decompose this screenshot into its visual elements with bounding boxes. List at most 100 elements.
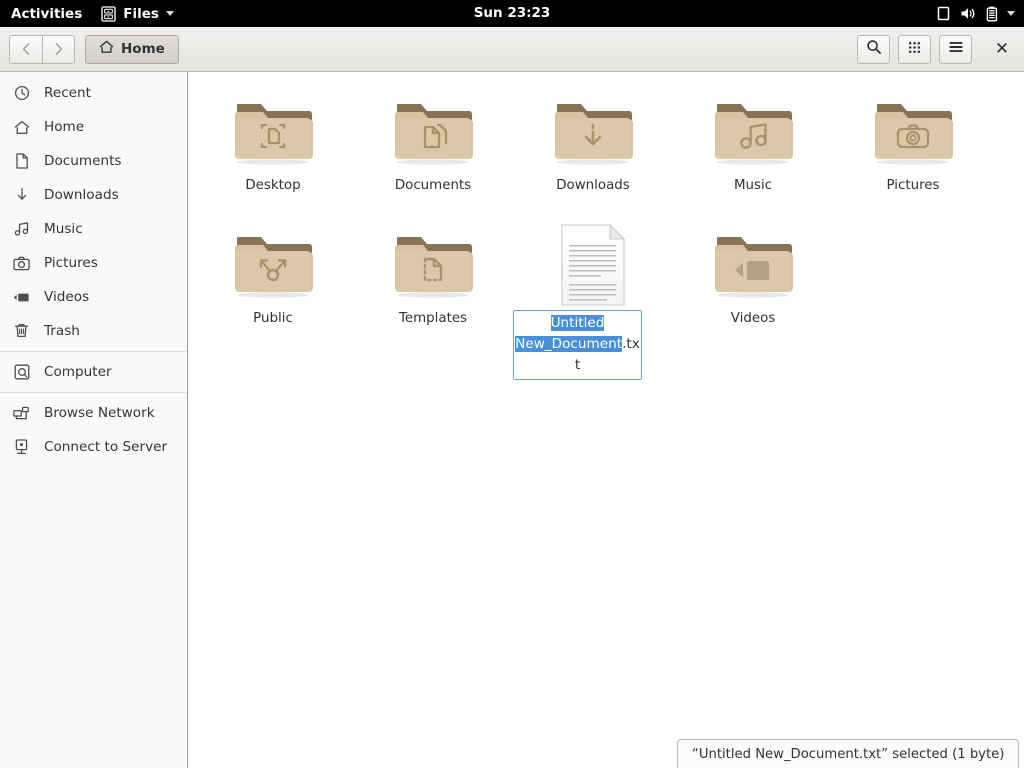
- file-item-label: Pictures: [886, 178, 940, 193]
- sidebar-item-home[interactable]: Home: [0, 110, 187, 144]
- hard-drive-icon: [13, 364, 30, 381]
- volume-icon[interactable]: [960, 6, 977, 21]
- sidebar-item-browse-network[interactable]: Browse Network: [0, 396, 187, 430]
- sidebar-item-label: Computer: [44, 364, 112, 380]
- file-item-label: Music: [733, 178, 773, 193]
- file-view[interactable]: Desktop Documents Downloads Music Pictur…: [189, 72, 1024, 768]
- main-menu-button[interactable]: [939, 34, 972, 64]
- file-item-templates[interactable]: Templates: [353, 217, 513, 346]
- close-icon: ✕: [994, 39, 1010, 59]
- file-item-desktop[interactable]: Desktop: [193, 84, 353, 213]
- server-icon: [13, 439, 30, 456]
- sidebar-item-label: Home: [44, 119, 85, 135]
- sidebar-item-downloads[interactable]: Downloads: [0, 178, 187, 212]
- file-item-label: Documents: [394, 178, 472, 193]
- status-chevron-down-icon[interactable]: [1007, 11, 1015, 16]
- search-button[interactable]: [857, 34, 890, 64]
- status-area[interactable]: [936, 0, 1024, 27]
- rename-line-3: t: [514, 355, 641, 376]
- sidebar-item-trash[interactable]: Trash: [0, 314, 187, 348]
- sidebar-item-pictures[interactable]: Pictures: [0, 246, 187, 280]
- sidebar-item-label: Browse Network: [44, 405, 155, 421]
- downloads-folder-icon: [551, 89, 635, 175]
- sidebar-item-label: Videos: [44, 289, 90, 305]
- view-options-button[interactable]: [898, 34, 931, 64]
- hamburger-menu-icon: [948, 40, 964, 58]
- sidebar-item-label: Downloads: [44, 187, 119, 203]
- header-actions: ✕: [857, 34, 1015, 64]
- desktop-folder-icon: [231, 89, 315, 175]
- app-menu-label: Files: [123, 5, 159, 22]
- file-item-public[interactable]: Public: [193, 217, 353, 346]
- clock-icon: [13, 85, 30, 102]
- battery-icon[interactable]: [986, 6, 998, 22]
- sidebar-item-music[interactable]: Music: [0, 212, 187, 246]
- breadcrumb-home-label: Home: [121, 41, 165, 57]
- header-bar: Home ✕: [0, 27, 1024, 72]
- file-item-pictures[interactable]: Pictures: [833, 84, 993, 213]
- rename-plain-line3: t: [574, 357, 581, 373]
- back-button[interactable]: [9, 34, 42, 64]
- sidebar-item-computer[interactable]: Computer: [0, 355, 187, 389]
- home-icon: [99, 40, 114, 58]
- sidebar-item-recent[interactable]: Recent: [0, 76, 187, 110]
- app-menu-button[interactable]: Files: [93, 0, 182, 27]
- file-item-documents[interactable]: Documents: [353, 84, 513, 213]
- file-item-label: Public: [253, 311, 293, 326]
- video-camera-icon: [13, 289, 30, 306]
- home-icon: [13, 119, 30, 136]
- document-icon: [13, 153, 30, 170]
- sidebar-separator: [0, 392, 187, 393]
- icon-grid: Desktop Documents Downloads Music Pictur…: [189, 84, 1024, 380]
- forward-button[interactable]: [42, 34, 75, 64]
- sidebar-item-label: Recent: [44, 85, 91, 101]
- activities-label: Activities: [11, 5, 83, 22]
- sidebar-item-label: Trash: [44, 323, 80, 339]
- gnome-top-bar: Activities Files Sun 23:23: [0, 0, 1024, 27]
- search-icon: [866, 39, 882, 59]
- rename-line-2: New_Document.tx: [514, 334, 641, 355]
- rename-plain-line2: .tx: [622, 336, 640, 352]
- display-icon[interactable]: [936, 6, 951, 21]
- pictures-folder-icon: [871, 89, 955, 175]
- videos-folder-icon: [711, 222, 795, 308]
- file-item-downloads[interactable]: Downloads: [513, 84, 673, 213]
- file-item-music[interactable]: Music: [673, 84, 833, 213]
- sidebar-item-label: Connect to Server: [44, 439, 168, 455]
- file-item-videos[interactable]: Videos: [673, 217, 833, 346]
- camera-icon: [13, 255, 30, 272]
- templates-folder-icon: [391, 222, 475, 308]
- breadcrumb-home-button[interactable]: Home: [85, 34, 179, 64]
- rename-selected-line2: New_Document: [515, 336, 623, 352]
- rename-selected-line1: Untitled: [550, 315, 605, 331]
- documents-folder-icon: [391, 89, 475, 175]
- sidebar-item-documents[interactable]: Documents: [0, 144, 187, 178]
- rename-line-1: Untitled: [514, 313, 641, 334]
- public-folder-icon: [231, 222, 315, 308]
- sidebar-separator: [0, 351, 187, 352]
- status-text: “Untitled New_Document.txt” selected (1 …: [692, 746, 1005, 762]
- status-bar-popup: “Untitled New_Document.txt” selected (1 …: [677, 739, 1020, 768]
- activities-button[interactable]: Activities: [0, 0, 93, 27]
- music-folder-icon: [711, 89, 795, 175]
- text-file-icon: [556, 222, 630, 308]
- network-icon: [13, 405, 30, 422]
- rename-text-input[interactable]: Untitled New_Document.tx t: [513, 310, 642, 380]
- file-item-label: Downloads: [556, 178, 630, 193]
- file-item-untitled-new-document[interactable]: Untitled New_Document.tx t: [513, 217, 673, 380]
- chevron-down-icon: [165, 11, 174, 16]
- files-cabinet-icon: [101, 5, 117, 22]
- file-item-label: Desktop: [245, 178, 301, 193]
- sidebar: Recent Home Documents Downloads Music Pi…: [0, 72, 188, 768]
- sidebar-item-label: Documents: [44, 153, 122, 169]
- sidebar-item-label: Music: [44, 221, 83, 237]
- close-window-button[interactable]: ✕: [989, 36, 1015, 62]
- file-item-label: Videos: [730, 311, 776, 326]
- grid-view-icon: [907, 40, 922, 59]
- trash-icon: [13, 323, 30, 340]
- sidebar-item-videos[interactable]: Videos: [0, 280, 187, 314]
- music-note-icon: [13, 221, 30, 238]
- download-arrow-icon: [13, 187, 30, 204]
- file-item-label: Templates: [398, 311, 468, 326]
- sidebar-item-connect-to-server[interactable]: Connect to Server: [0, 430, 187, 464]
